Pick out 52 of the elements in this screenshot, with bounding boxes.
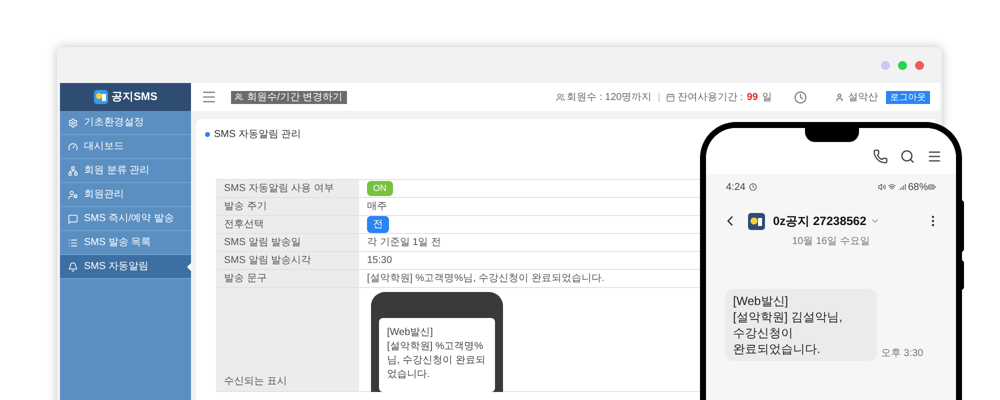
period-unit: 일	[762, 90, 772, 104]
sidebar-item[interactable]: 기초환경설정	[60, 111, 191, 135]
users-icon	[235, 93, 243, 101]
signal-icon	[898, 183, 906, 191]
contact-avatar-icon	[748, 212, 765, 230]
members-icon	[556, 92, 565, 102]
active-pointer-icon	[187, 262, 191, 270]
period-value: 99	[746, 90, 758, 104]
sidebar-item[interactable]: SMS 자동알림	[60, 255, 191, 279]
page-title: SMS 자동알림 관리	[214, 128, 302, 142]
sound-icon	[878, 183, 886, 191]
row-label: 수신되는 표시	[216, 288, 359, 391]
search-icon[interactable]	[900, 148, 915, 164]
clock-icon	[749, 183, 758, 191]
contact-name[interactable]: 0z공지 27238562	[773, 212, 866, 230]
message-date: 10월 16일 수요일	[792, 235, 870, 249]
phone-notch	[805, 128, 859, 142]
field-value: [설악학원] %고객명%님, 수강신청이 완료되었습니다.	[367, 272, 604, 286]
wifi-icon	[888, 183, 896, 191]
row-label: SMS 알림 발송시각	[216, 252, 359, 269]
sidebar-item[interactable]: 회원관리	[60, 183, 191, 207]
row-label: SMS 자동알림 사용 여부	[216, 180, 359, 197]
change-plan-button[interactable]: 회원수/기간 변경하기	[231, 90, 347, 104]
row-label: SMS 알림 발송일	[216, 234, 359, 251]
row-label: 발송 문구	[216, 270, 359, 287]
sidebar-item[interactable]: SMS 즉시/예약 발송	[60, 207, 191, 231]
status-time: 4:24	[726, 180, 746, 194]
user-name: 설악산	[848, 90, 878, 104]
before-badge[interactable]: 전	[367, 216, 389, 233]
calendar-icon	[666, 92, 676, 102]
field-value: 각 기준일 1일 전	[367, 236, 441, 250]
sidebar-item[interactable]: 대시보드	[60, 135, 191, 159]
sidebar-item[interactable]: 회원 분류 관리	[60, 159, 191, 183]
toggle-switch[interactable]: ON	[367, 180, 392, 196]
message-time: 오후 3:30	[881, 347, 924, 361]
phone-call-icon[interactable]	[873, 148, 888, 164]
user-icon	[835, 92, 844, 102]
row-label: 발송 주기	[216, 198, 359, 215]
bullet-icon	[205, 132, 210, 137]
logo-text: 공지SMS	[112, 90, 158, 105]
separator: |	[658, 90, 660, 104]
field-value: 15:30	[367, 254, 392, 268]
member-limit: 회원수 : 120명까지	[566, 90, 652, 104]
battery-icon	[928, 183, 936, 191]
period-label: 잔여사용기간 :	[677, 90, 743, 104]
message-preview: [Web발신] [설악학원] %고객명%님, 수강신청이 완료되었습니다.	[379, 318, 495, 392]
logo-icon	[94, 90, 108, 104]
row-label: 전후선택	[216, 216, 359, 233]
field-value: 매주	[367, 200, 387, 214]
message-bubble: [Web발신] [설악학원] 김설악님, 수강신청이 완료되었습니다.	[725, 289, 877, 361]
logout-button[interactable]: 로그아웃	[886, 90, 930, 104]
battery-level: 68%	[908, 180, 928, 194]
